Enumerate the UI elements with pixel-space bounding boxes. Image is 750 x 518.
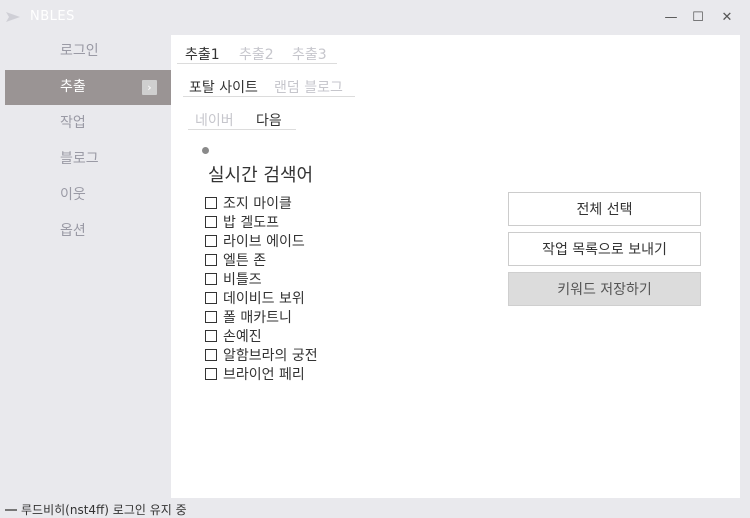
main-panel: 추출1 추출2 추출3 포탈 사이트 랜덤 블로그 네이버 다음 실시간 검색어… — [171, 35, 740, 498]
keyword-item[interactable]: 라이브 에이드 — [205, 231, 318, 250]
checkbox[interactable] — [205, 291, 217, 304]
sidebar-item-label: 이웃 — [60, 187, 86, 203]
keyword-label: 비틀즈 — [223, 271, 262, 288]
minimize-button[interactable]: — — [658, 6, 684, 28]
sidebar-item-label: 옵션 — [60, 223, 86, 239]
keyword-label: 브라이언 페리 — [223, 366, 305, 383]
tab-extract-3[interactable]: 추출3 — [292, 44, 327, 64]
checkbox[interactable] — [205, 367, 217, 380]
checkbox[interactable] — [205, 196, 217, 209]
keyword-label: 조지 마이클 — [223, 195, 292, 212]
tab-daum[interactable]: 다음 — [256, 110, 282, 130]
tab-divider — [177, 63, 337, 64]
chevron-right-icon: › — [142, 80, 157, 95]
checkbox[interactable] — [205, 215, 217, 228]
sidebar-item-tasks[interactable]: 작업 — [5, 106, 171, 141]
tab-portal-site[interactable]: 포탈 사이트 — [189, 77, 258, 97]
tab-divider — [183, 96, 355, 97]
keyword-label: 손예진 — [223, 328, 262, 345]
app-title: NBLES — [30, 9, 75, 24]
keyword-list: 조지 마이클 밥 겔도프 라이브 에이드 엘튼 존 비틀즈 데이비드 보위 폴 … — [205, 193, 318, 383]
tab-naver[interactable]: 네이버 — [195, 110, 234, 130]
tab-random-blog[interactable]: 랜덤 블로그 — [274, 77, 343, 97]
sidebar: 로그인 추출 › 작업 블로그 이웃 옵션 — [0, 34, 171, 498]
maximize-button[interactable]: ☐ — [685, 6, 711, 28]
checkbox[interactable] — [205, 272, 217, 285]
tab-divider — [188, 129, 296, 130]
sidebar-item-label: 블로그 — [60, 151, 99, 167]
title-bar: NBLES — ☐ ✕ — [0, 0, 750, 36]
keyword-item[interactable]: 조지 마이클 — [205, 193, 318, 212]
keyword-label: 엘튼 존 — [223, 252, 267, 269]
checkbox[interactable] — [205, 253, 217, 266]
checkbox[interactable] — [205, 234, 217, 247]
keyword-item[interactable]: 손예진 — [205, 326, 318, 345]
section-bullet — [202, 147, 209, 154]
keyword-label: 폴 매카트니 — [223, 309, 292, 326]
status-indicator-icon — [5, 509, 17, 511]
keyword-item[interactable]: 폴 매카트니 — [205, 307, 318, 326]
status-text: 루드비히(nst4ff) 로그인 유지 중 — [21, 503, 187, 517]
keyword-item[interactable]: 알함브라의 궁전 — [205, 345, 318, 364]
status-bar: 루드비히(nst4ff) 로그인 유지 중 — [0, 498, 750, 518]
sidebar-item-label: 로그인 — [60, 43, 99, 59]
send-to-tasks-button[interactable]: 작업 목록으로 보내기 — [508, 232, 701, 266]
keyword-item[interactable]: 밥 겔도프 — [205, 212, 318, 231]
select-all-button[interactable]: 전체 선택 — [508, 192, 701, 226]
keyword-item[interactable]: 브라이언 페리 — [205, 364, 318, 383]
keyword-item[interactable]: 엘튼 존 — [205, 250, 318, 269]
checkbox[interactable] — [205, 348, 217, 361]
sidebar-item-neighbors[interactable]: 이웃 — [5, 178, 171, 213]
checkbox[interactable] — [205, 329, 217, 342]
keyword-label: 데이비드 보위 — [223, 290, 305, 307]
sidebar-item-options[interactable]: 옵션 — [5, 214, 171, 249]
tab-extract-1[interactable]: 추출1 — [185, 44, 220, 64]
keyword-item[interactable]: 데이비드 보위 — [205, 288, 318, 307]
sidebar-item-extract[interactable]: 추출 › — [5, 70, 171, 105]
tab-extract-2[interactable]: 추출2 — [239, 44, 274, 64]
keyword-label: 라이브 에이드 — [223, 233, 305, 250]
keyword-item[interactable]: 비틀즈 — [205, 269, 318, 288]
save-keywords-button[interactable]: 키워드 저장하기 — [508, 272, 701, 306]
section-title: 실시간 검색어 — [208, 165, 314, 186]
sidebar-item-blog[interactable]: 블로그 — [5, 142, 171, 177]
close-button[interactable]: ✕ — [714, 6, 740, 28]
checkbox[interactable] — [205, 310, 217, 323]
sidebar-item-label: 작업 — [60, 115, 86, 131]
keyword-label: 알함브라의 궁전 — [223, 347, 318, 364]
sidebar-item-login[interactable]: 로그인 — [5, 34, 171, 69]
keyword-label: 밥 겔도프 — [223, 214, 279, 231]
sidebar-item-label: 추출 — [60, 79, 86, 95]
app-logo-icon — [6, 12, 20, 22]
